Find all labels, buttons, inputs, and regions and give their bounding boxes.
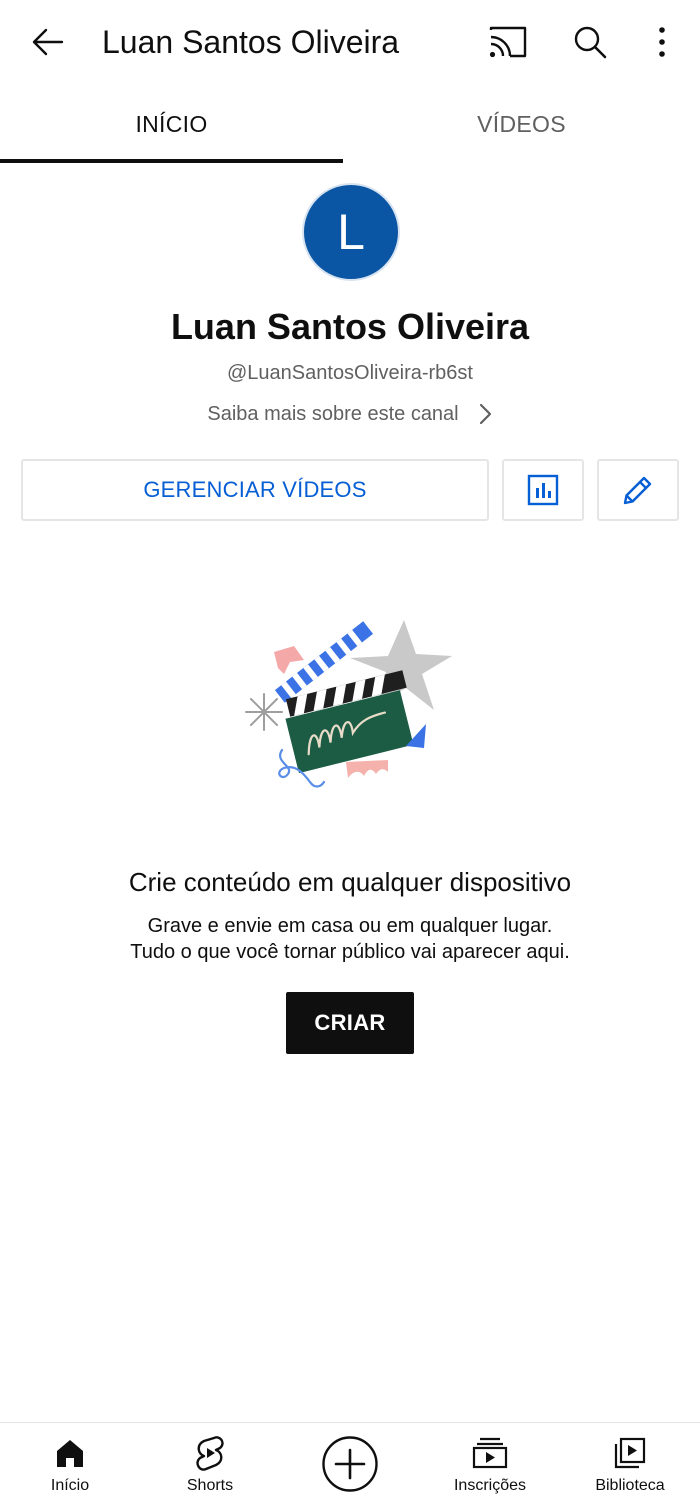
- pencil-icon: [623, 476, 652, 505]
- top-app-bar: Luan Santos Oliveira: [0, 0, 700, 84]
- nav-label-subscriptions: Inscrições: [453, 1477, 527, 1494]
- cast-icon: [489, 26, 527, 58]
- nav-item-home[interactable]: Início: [0, 1423, 140, 1504]
- tab-home[interactable]: INÍCIO: [0, 84, 343, 164]
- back-button[interactable]: [22, 16, 74, 68]
- tab-selected-indicator: [0, 159, 343, 163]
- nav-label-home: Início: [50, 1477, 90, 1494]
- create-plus-icon: [280, 1435, 420, 1493]
- nav-item-subscriptions[interactable]: Inscrições: [420, 1423, 560, 1504]
- cast-button[interactable]: [482, 16, 534, 68]
- edit-channel-button[interactable]: [597, 459, 679, 521]
- home-icon: [0, 1435, 140, 1471]
- channel-page: Luan Santos Oliveira INÍCIO VÍDEOS L Lua…: [0, 0, 700, 1504]
- empty-state-line-2: Tudo o que você tornar público vai apare…: [130, 941, 570, 963]
- channel-tabs: INÍCIO VÍDEOS: [0, 84, 700, 164]
- more-options-button[interactable]: [636, 16, 688, 68]
- shorts-icon: [140, 1435, 280, 1471]
- about-channel-link[interactable]: Saiba mais sobre este canal: [0, 400, 700, 428]
- page-title: Luan Santos Oliveira: [102, 24, 400, 60]
- analytics-button[interactable]: [502, 459, 584, 521]
- create-button[interactable]: CRIAR: [286, 992, 414, 1054]
- nav-item-library[interactable]: Biblioteca: [560, 1423, 700, 1504]
- nav-label-shorts: Shorts: [186, 1477, 234, 1494]
- more-vert-icon: [659, 27, 665, 57]
- search-button[interactable]: [564, 16, 616, 68]
- manage-videos-button[interactable]: GERENCIAR VÍDEOS: [21, 459, 489, 521]
- nav-label-library: Biblioteca: [595, 1477, 665, 1494]
- empty-state-description: Grave e envie em casa ou em qualquer lug…: [0, 913, 700, 965]
- back-arrow-icon: [32, 28, 64, 56]
- nav-item-create[interactable]: [280, 1423, 420, 1504]
- about-channel-label: Saiba mais sobre este canal: [207, 403, 459, 425]
- chevron-right-icon: [477, 402, 493, 426]
- channel-handle: @LuanSantosOliveira-rb6st: [227, 362, 473, 384]
- subscriptions-icon: [420, 1435, 560, 1471]
- clapperboard-illustration: [238, 612, 462, 798]
- avatar: L: [302, 183, 400, 281]
- empty-state-title: Crie conteúdo em qualquer dispositivo: [128, 867, 572, 897]
- analytics-icon: [527, 474, 559, 506]
- bottom-navigation: Início Shorts Inscrições Biblioteca: [0, 1422, 700, 1504]
- empty-state-line-1: Grave e envie em casa ou em qualquer lug…: [147, 915, 553, 937]
- library-icon: [560, 1435, 700, 1471]
- search-icon: [574, 26, 607, 59]
- nav-item-shorts[interactable]: Shorts: [140, 1423, 280, 1504]
- channel-name: Luan Santos Oliveira: [170, 306, 530, 347]
- tab-videos[interactable]: VÍDEOS: [350, 84, 693, 164]
